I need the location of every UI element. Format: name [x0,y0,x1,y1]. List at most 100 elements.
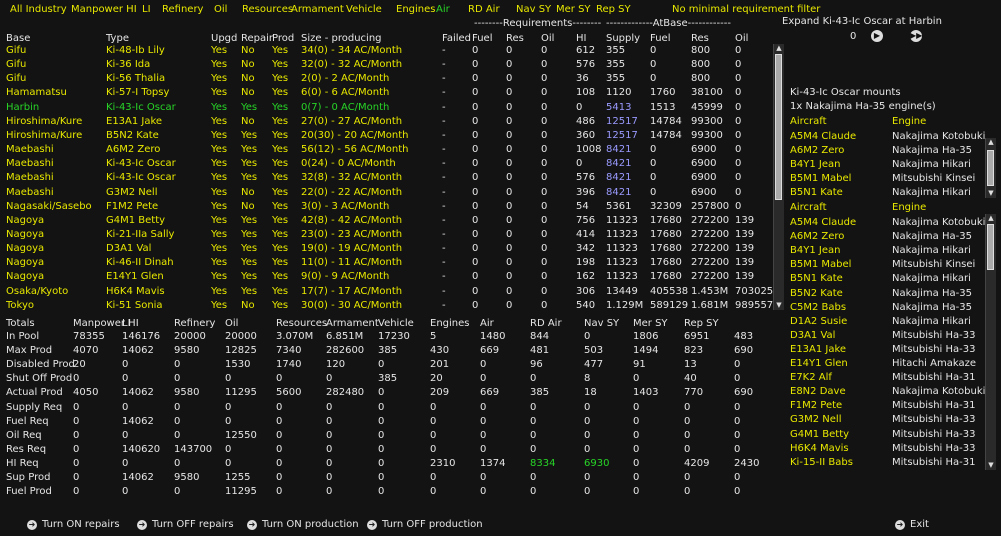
list-item[interactable]: D3A1 Val Mitsubishi Ha-33 [788,329,984,343]
filter-12[interactable]: Mer SY [556,4,591,15]
list-item[interactable]: E14Y1 Glen Hitachi Amakaze [788,357,984,371]
totals-cell: 0 [326,415,333,427]
table-row[interactable]: Nagoya E14Y1 Glen Yes Yes Yes 9(0) - 9 AC/Mon… [0,270,770,284]
filter-5[interactable]: Resources [242,4,293,15]
table-row[interactable]: Hamamatsu Ki-57-I Topsy Yes No Yes 6(0) - 6 A… [0,86,770,100]
list-item[interactable]: B5N2 Kate Nakajima Ha-35 [788,287,984,301]
turn-off-repairs-button[interactable]: ➜ Turn OFF repairs [137,519,234,530]
totals-cell: 0 [684,401,691,413]
filter-4[interactable]: Oil [214,4,227,15]
list-item[interactable]: B4Y1 Jean Nakajima Hikari [788,158,984,172]
filter-3[interactable]: Refinery [162,4,203,15]
table-row[interactable]: Tokyo Ki-51 Sonia Yes No Yes 30(0) - 30 AC/Mo… [0,299,773,313]
turn-on-repairs-button[interactable]: ➜ Turn ON repairs [27,519,120,530]
aircraft-name: E14Y1 Glen [790,358,848,369]
list-item[interactable]: G3M2 Nell Mitsubishi Ha-33 [788,413,984,427]
table-row[interactable]: Nagasaki/Sasebo F1M2 Pete Yes No Yes 3(0) - 3… [0,200,770,214]
table-row[interactable]: Maebashi Ki-43-Ic Oscar Yes Yes Yes 0(24) - 0… [0,157,770,171]
filter-6[interactable]: Armament [291,4,344,15]
max-arrow-icon[interactable]: ▶▶ [910,30,922,42]
aircraft-list-2-scrollbar[interactable]: ▲ ▼ [985,214,996,470]
scroll-down-icon[interactable]: ▼ [986,461,996,470]
table-row[interactable]: Maebashi A6M2 Zero Yes Yes Yes 56(12) - 56 AC… [0,143,770,157]
list-item[interactable]: B5M1 Mabel Mitsubishi Kinsei [788,258,984,272]
cell-hi: 1008 [576,144,602,156]
table-row[interactable]: Harbin Ki-43-Ic Oscar Yes Yes Yes 0(7) - 0 AC… [0,101,770,115]
scroll-thumb[interactable] [987,224,994,270]
list-item[interactable]: B4Y1 Jean Nakajima Hikari [788,244,984,258]
totals-row-label: In Pool [6,331,40,342]
filter-1[interactable]: Manpower HI [71,4,137,15]
scroll-up-icon[interactable]: ▲ [986,214,996,223]
filter-8[interactable]: Engines [396,4,435,15]
list-item[interactable]: E7K2 Alf Mitsubishi Ha-31 [788,371,984,385]
totals-header-4: Oil [225,318,239,329]
filter-13[interactable]: Rep SY [596,4,631,15]
aircraft-list-1-scrollbar[interactable]: ▲ ▼ [985,138,996,198]
engine-column-header: Engine [892,116,927,127]
table-row[interactable]: Nagoya D3A1 Val Yes Yes Yes 19(0) - 19 AC/Mon… [0,242,770,256]
totals-cell: 669 [480,387,500,399]
cell-base: Hiroshima/Kure [6,129,83,141]
table-row[interactable]: Gifu Ki-36 Ida Yes No Yes 32(0) - 32 AC/Month… [0,58,770,72]
scroll-down-icon[interactable]: ▼ [986,189,996,198]
table-scrollbar[interactable]: ▲ ▼ [773,44,784,310]
table-row[interactable]: Hiroshima/Kure E13A1 Jake Yes No Yes 27(0) - … [0,115,770,129]
table-row[interactable]: Nagoya Ki-46-II Dinah Yes Yes Yes 11(0) - 11 … [0,256,770,270]
scroll-up-icon[interactable]: ▲ [774,44,784,53]
list-item[interactable]: B5M1 Mabel Mitsubishi Kinsei [788,172,984,186]
table-row[interactable]: Gifu Ki-48-Ib Lily Yes No Yes 34(0) - 34 AC/M… [0,44,770,58]
cell-afuel: 0 [650,144,657,156]
filter-9[interactable]: Air [436,4,450,15]
list-item[interactable]: C5M2 Babs Nakajima Ha-35 [788,301,984,315]
filter-10[interactable]: RD Air [468,4,500,15]
filter-14[interactable]: No minimal requirement filter [672,4,820,15]
totals-cell: 18 [584,387,597,399]
cell-oil: 0 [541,129,548,141]
totals-cell: 0 [225,457,232,469]
list-item[interactable]: A6M2 Zero Nakajima Ha-35 [788,144,984,158]
scroll-down-icon[interactable]: ▼ [774,301,784,310]
table-row[interactable]: Osaka/Kyoto H6K4 Mavis Yes Yes Yes 17(7) - 17… [0,285,773,299]
scroll-thumb[interactable] [987,150,994,186]
increase-arrow-icon[interactable]: ▶ [871,30,883,42]
list-item[interactable]: E13A1 Jake Mitsubishi Ha-33 [788,343,984,357]
turn-on-production-button[interactable]: ➜ Turn ON production [247,519,359,530]
list-item[interactable]: H6K4 Mavis Mitsubishi Ha-33 [788,442,984,456]
table-row[interactable]: Gifu Ki-56 Thalia Yes No Yes 2(0) - 2 AC/Mont… [0,72,770,86]
table-row[interactable]: Maebashi G3M2 Nell Yes No Yes 22(0) - 22 AC/M… [0,186,770,200]
table-row[interactable]: Hiroshima/Kure B5N2 Kate Yes Yes Yes 20(30) -… [0,129,770,143]
scroll-thumb[interactable] [775,54,782,200]
totals-cell: 14062 [122,387,154,399]
cell-oil: 0 [541,228,548,240]
list-item[interactable]: B5N1 Kate Nakajima Hikari [788,272,984,286]
cell-failed: - [442,299,446,311]
list-item[interactable]: D1A2 Susie Nakajima Hikari [788,315,984,329]
list-item[interactable]: E8N2 Dave Nakajima Kotobuki [788,385,985,399]
table-row[interactable]: Nagoya Ki-21-IIa Sally Yes Yes Yes 23(0) - 23… [0,228,770,242]
aircraft-name: A5M4 Claude [790,131,857,142]
scroll-up-icon[interactable]: ▲ [986,138,996,147]
cell-aoil: 0 [735,59,742,71]
list-item[interactable]: Ki-15-II Babs Mitsubishi Ha-31 [788,456,984,470]
list-item[interactable]: F1M2 Pete Mitsubishi Ha-31 [788,399,984,413]
list-item[interactable]: A6M2 Zero Nakajima Ha-35 [788,230,984,244]
filter-7[interactable]: Vehicle [346,4,382,15]
list-item[interactable]: B5N1 Kate Nakajima Hikari [788,186,984,200]
engine-name: Nakajima Ha-35 [892,231,972,243]
cell-failed: - [442,228,446,240]
list-item[interactable]: A5M4 Claude Nakajima Kotobuki [788,216,985,230]
engine-name: Mitsubishi Kinsei [892,173,976,185]
cell-repair: No [241,87,255,99]
filter-0[interactable]: All Industry [10,4,67,15]
list-item[interactable]: A5M4 Claude Nakajima Kotobuki [788,130,985,144]
totals-row-label: Supply Req [6,401,63,413]
engine-name: Nakajima Hikari [892,273,971,285]
filter-11[interactable]: Nav SY [516,4,551,15]
filter-2[interactable]: LI [142,4,151,15]
turn-off-production-button[interactable]: ➜ Turn OFF production [367,519,483,530]
table-row[interactable]: Nagoya G4M1 Betty Yes Yes Yes 42(8) - 42 AC/M… [0,214,770,228]
exit-button[interactable]: ➜ Exit [895,519,929,530]
table-row[interactable]: Maebashi Ki-43-Ic Oscar Yes Yes Yes 32(8) - 3… [0,171,770,185]
list-item[interactable]: G4M1 Betty Mitsubishi Ha-33 [788,428,984,442]
